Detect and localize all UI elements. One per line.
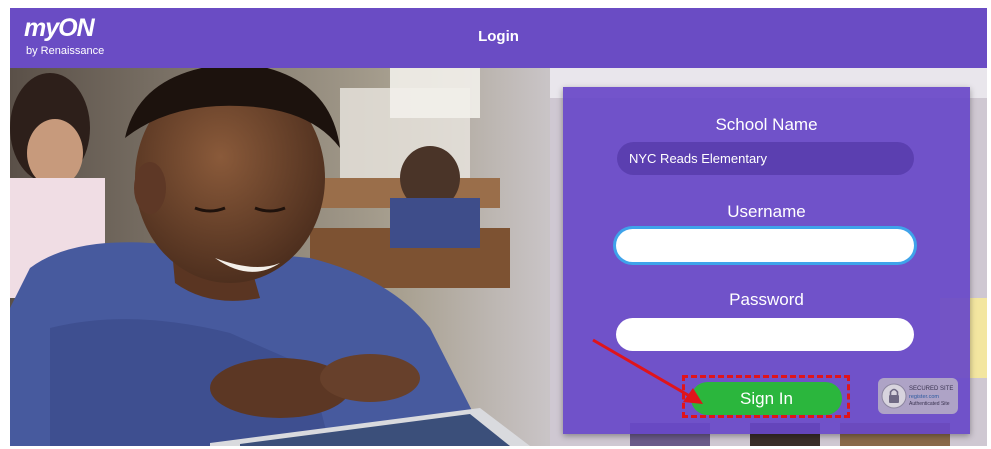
arrow-annotation-icon xyxy=(592,338,703,404)
password-label: Password xyxy=(729,290,804,309)
username-input[interactable] xyxy=(616,229,914,262)
top-header: myON by Renaissance Login xyxy=(10,8,987,68)
badge-line-2: register.com xyxy=(909,394,939,400)
badge-line-3: Authenticated Site xyxy=(909,401,950,407)
badge-line-1: SECURED SITE xyxy=(909,386,953,392)
secured-site-badge[interactable]: SECURED SITE register.com Authenticated … xyxy=(878,378,958,414)
username-label: Username xyxy=(727,202,806,221)
lock-icon xyxy=(881,383,907,409)
page-title: Login xyxy=(478,28,519,45)
school-name-label: School Name xyxy=(715,115,818,134)
school-name-field[interactable]: NYC Reads Elementary xyxy=(617,142,914,175)
app-frame: myON by Renaissance Login School Name NY… xyxy=(10,8,987,446)
